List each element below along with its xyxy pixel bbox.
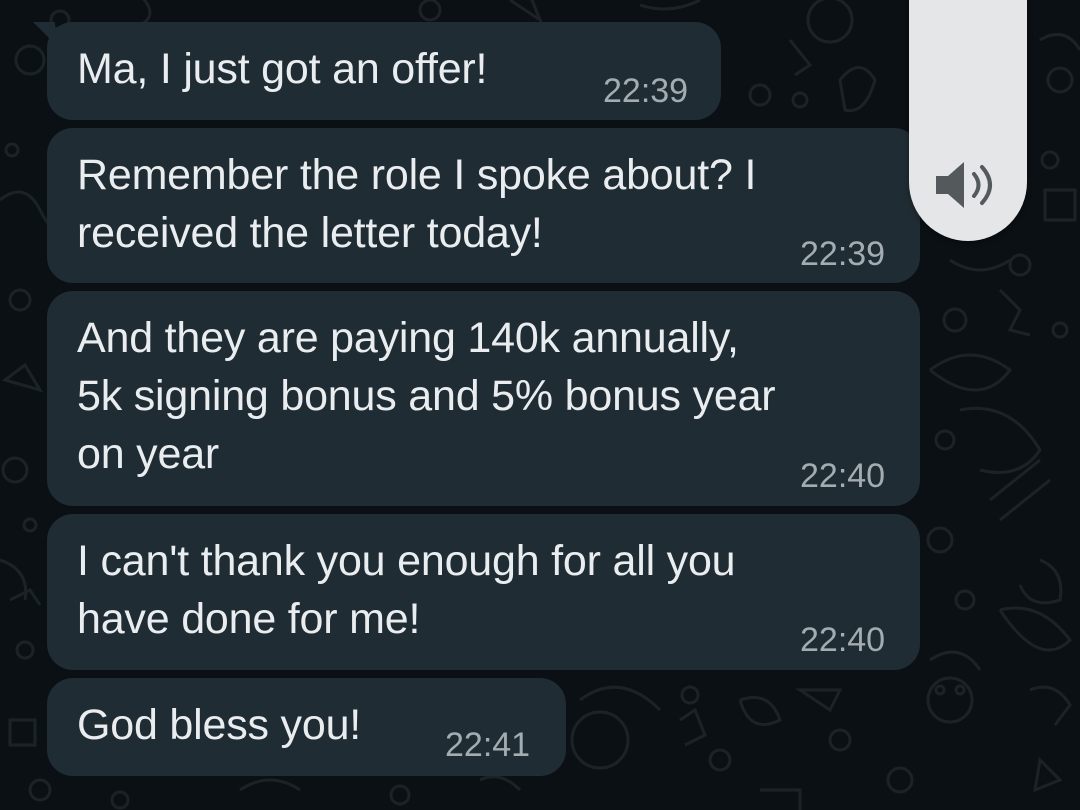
message-bubble-2[interactable]: Remember the role I spoke about? I recei… (47, 128, 920, 283)
message-text: And they are paying 140k annually, 5k si… (77, 314, 776, 478)
message-timestamp: 22:39 (800, 235, 886, 273)
message-timestamp: 22:41 (445, 726, 531, 764)
message-bubble-5[interactable]: God bless you! 22:41 (47, 678, 566, 776)
message-timestamp: 22:40 (800, 457, 886, 495)
message-bubble-3[interactable]: And they are paying 140k annually, 5k si… (47, 291, 920, 506)
bubble-tail (33, 22, 55, 44)
message-text: God bless you! (77, 701, 362, 749)
speaker-volume-icon[interactable] (932, 157, 1002, 213)
message-timestamp: 22:39 (603, 72, 689, 110)
message-bubble-4[interactable]: I can't thank you enough for all you hav… (47, 514, 920, 670)
message-text: I can't thank you enough for all you hav… (77, 537, 736, 643)
message-timestamp: 22:40 (800, 621, 886, 659)
message-text: Remember the role I spoke about? I recei… (77, 151, 757, 257)
message-text: Ma, I just got an offer! (77, 45, 488, 93)
message-bubble-1[interactable]: Ma, I just got an offer! 22:39 (33, 22, 721, 120)
